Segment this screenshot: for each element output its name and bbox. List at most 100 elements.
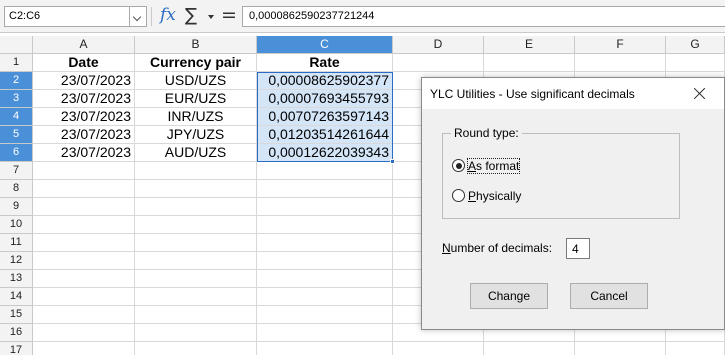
row-header-12[interactable]: 12 <box>0 252 33 270</box>
cell-c13[interactable] <box>257 270 393 288</box>
row-header-10[interactable]: 10 <box>0 216 33 234</box>
currency-pair-cell[interactable]: JPY/UZS <box>135 126 257 144</box>
column-header-d[interactable]: D <box>393 36 484 54</box>
cell-b8[interactable] <box>135 180 257 198</box>
cell-b12[interactable] <box>135 252 257 270</box>
change-button[interactable]: Change <box>470 283 548 309</box>
row-header-1[interactable]: 1 <box>0 54 33 72</box>
formula-icon[interactable]: = <box>221 4 237 26</box>
cell-a7[interactable] <box>33 162 135 180</box>
cell-a14[interactable] <box>33 288 135 306</box>
cell-f1[interactable] <box>575 54 666 72</box>
cell-b11[interactable] <box>135 234 257 252</box>
header-currency-pair[interactable]: Currency pair <box>135 54 257 72</box>
cancel-button[interactable]: Cancel <box>570 283 648 309</box>
cell-c7[interactable] <box>257 162 393 180</box>
cell-e1[interactable] <box>484 54 575 72</box>
row-header-3[interactable]: 3 <box>0 90 33 108</box>
cell-c16[interactable] <box>257 324 393 342</box>
cell-a12[interactable] <box>33 252 135 270</box>
select-all-corner[interactable] <box>0 36 33 54</box>
column-header-e[interactable]: E <box>484 36 575 54</box>
name-box[interactable]: C2:C6 <box>4 6 130 27</box>
sum-dropdown-icon[interactable] <box>208 15 214 19</box>
row-header-7[interactable]: 7 <box>0 162 33 180</box>
header-rate[interactable]: Rate <box>257 54 393 72</box>
date-cell[interactable]: 23/07/2023 <box>33 90 135 108</box>
header-date[interactable]: Date <box>33 54 135 72</box>
cell-a10[interactable] <box>33 216 135 234</box>
cell-a13[interactable] <box>33 270 135 288</box>
column-header-a[interactable]: A <box>33 36 135 54</box>
date-cell[interactable]: 23/07/2023 <box>33 108 135 126</box>
row-header-2[interactable]: 2 <box>0 72 33 90</box>
cell-a15[interactable] <box>33 306 135 324</box>
cell-b16[interactable] <box>135 324 257 342</box>
chevron-down-icon[interactable] <box>130 6 147 27</box>
cell-f17[interactable] <box>575 342 666 355</box>
cell-c8[interactable] <box>257 180 393 198</box>
sum-icon[interactable]: ∑ <box>185 5 197 26</box>
currency-pair-cell[interactable]: AUD/UZS <box>135 144 257 162</box>
cell-c12[interactable] <box>257 252 393 270</box>
cell-c17[interactable] <box>257 342 393 355</box>
physically-label[interactable]: Physically <box>468 189 521 203</box>
column-header-b[interactable]: B <box>135 36 257 54</box>
row-header-17[interactable]: 17 <box>0 342 33 355</box>
cell-b9[interactable] <box>135 198 257 216</box>
date-cell[interactable]: 23/07/2023 <box>33 72 135 90</box>
cell-a11[interactable] <box>33 234 135 252</box>
rate-cell[interactable]: 0,01203514261644 <box>257 126 393 144</box>
rate-cell[interactable]: 0,00007693455793 <box>257 90 393 108</box>
date-cell[interactable]: 23/07/2023 <box>33 144 135 162</box>
cell-e17[interactable] <box>484 342 575 355</box>
row-header-13[interactable]: 13 <box>0 270 33 288</box>
physically-radio[interactable] <box>452 189 465 202</box>
cell-a16[interactable] <box>33 324 135 342</box>
as-format-radio[interactable] <box>452 159 465 172</box>
cell-b17[interactable] <box>135 342 257 355</box>
rate-cell[interactable]: 0,00008625902377 <box>257 72 393 90</box>
autofill-handle[interactable] <box>390 159 395 164</box>
cell-b13[interactable] <box>135 270 257 288</box>
cell-c15[interactable] <box>257 306 393 324</box>
row-header-4[interactable]: 4 <box>0 108 33 126</box>
as-format-label[interactable]: As format <box>466 158 521 174</box>
cell-b10[interactable] <box>135 216 257 234</box>
row-header-6[interactable]: 6 <box>0 144 33 162</box>
row-header-15[interactable]: 15 <box>0 306 33 324</box>
formula-input[interactable]: 0,0000862590237721244 <box>242 6 725 27</box>
function-wizard-icon[interactable]: fx <box>160 5 176 25</box>
cell-c11[interactable] <box>257 234 393 252</box>
currency-pair-cell[interactable]: EUR/UZS <box>135 90 257 108</box>
cell-d17[interactable] <box>393 342 484 355</box>
currency-pair-cell[interactable]: USD/UZS <box>135 72 257 90</box>
cell-b7[interactable] <box>135 162 257 180</box>
cell-a9[interactable] <box>33 198 135 216</box>
cell-c9[interactable] <box>257 198 393 216</box>
row-header-5[interactable]: 5 <box>0 126 33 144</box>
cell-c14[interactable] <box>257 288 393 306</box>
rate-cell[interactable]: 0,00707263597143 <box>257 108 393 126</box>
row-header-9[interactable]: 9 <box>0 198 33 216</box>
cell-c10[interactable] <box>257 216 393 234</box>
cell-b15[interactable] <box>135 306 257 324</box>
row-header-14[interactable]: 14 <box>0 288 33 306</box>
column-header-c[interactable]: C <box>257 36 393 54</box>
close-icon[interactable] <box>674 78 724 109</box>
cell-g17[interactable] <box>666 342 725 355</box>
date-cell[interactable]: 23/07/2023 <box>33 126 135 144</box>
decimals-input[interactable]: 4 <box>566 238 590 259</box>
row-header-8[interactable]: 8 <box>0 180 33 198</box>
currency-pair-cell[interactable]: INR/UZS <box>135 108 257 126</box>
cell-a17[interactable] <box>33 342 135 355</box>
row-header-11[interactable]: 11 <box>0 234 33 252</box>
column-header-g[interactable]: G <box>666 36 725 54</box>
cell-b14[interactable] <box>135 288 257 306</box>
row-header-16[interactable]: 16 <box>0 324 33 342</box>
cell-g1[interactable] <box>666 54 725 72</box>
column-header-f[interactable]: F <box>575 36 666 54</box>
cell-a8[interactable] <box>33 180 135 198</box>
rate-cell[interactable]: 0,00012622039343 <box>257 144 393 162</box>
cell-d1[interactable] <box>393 54 484 72</box>
